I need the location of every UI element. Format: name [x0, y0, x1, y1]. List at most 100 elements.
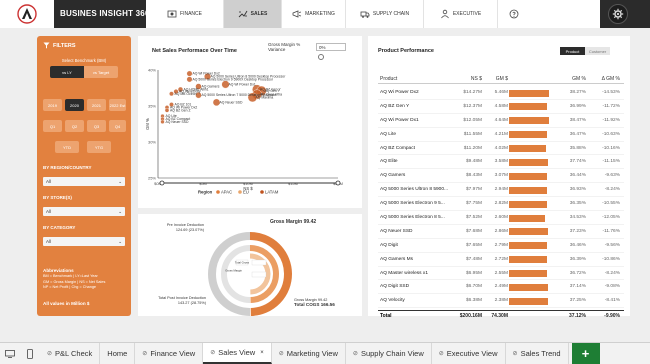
- category-dropdown[interactable]: All ⌄: [43, 237, 125, 246]
- year-2019[interactable]: 2019: [43, 99, 62, 111]
- quarter-q2[interactable]: Q2: [65, 120, 84, 132]
- region-dropdown[interactable]: All ⌄: [43, 177, 125, 186]
- quarter-q4[interactable]: Q4: [109, 120, 126, 132]
- table-row[interactable]: AQ 5000 Series Ultron 8 5900... $7.97M 2.9…: [378, 183, 624, 198]
- total-ns: $200.16M: [459, 313, 482, 319]
- table-row[interactable]: AQ Velocity $6.38M 2.38M 37.25% -8.41%: [378, 294, 624, 309]
- header-ns[interactable]: NS $: [442, 74, 482, 84]
- table-row[interactable]: AQ Gamers $8.43M 3.07M 36.44% -9.63%: [378, 169, 624, 184]
- close-icon[interactable]: ×: [260, 350, 264, 356]
- top-bar: BUSINES INSIGHT 360 FINANCE SALES MARKET…: [0, 0, 650, 28]
- tab-marketing-view[interactable]: ⊘ Marketing View: [272, 343, 346, 364]
- quarter-q1[interactable]: Q1: [43, 120, 62, 132]
- nav-finance[interactable]: FINANCE: [146, 0, 224, 28]
- x-tick-label: $15M: [288, 181, 298, 186]
- gross-margin-value: 4.02M: [494, 145, 508, 151]
- header-gm-pct[interactable]: GM %: [554, 74, 586, 84]
- tab-finance-view[interactable]: ⊘ Finance View: [135, 343, 204, 364]
- tab-sales-trend[interactable]: ⊘ Sales Trend: [506, 343, 569, 364]
- year-2021[interactable]: 2021: [87, 99, 106, 111]
- tab-supply-chain-view[interactable]: ⊘ Supply Chain View: [346, 343, 432, 364]
- nav-sales[interactable]: SALES: [224, 0, 282, 28]
- table-row[interactable]: AQ 5000 Series Electron 8 5... $7.52M 2.60…: [378, 211, 624, 225]
- add-page-button[interactable]: +: [571, 343, 600, 364]
- product-performance-title: Product Performance: [378, 48, 434, 54]
- tab-p-l-check[interactable]: ⊘ P&L Check: [40, 343, 101, 364]
- header-product[interactable]: Product: [380, 74, 397, 84]
- legend-marker: [238, 190, 242, 194]
- point-label: AQ Neuer SSD: [220, 100, 244, 104]
- table-row[interactable]: AQ BZ Gen Y $12.37M 4.58M 36.99% -11.72%: [378, 100, 624, 114]
- main-nav: FINANCE SALES MARKETING SUPPLY CHAIN EXE…: [146, 0, 600, 28]
- toggle-customer[interactable]: Customer: [585, 47, 610, 55]
- year-2020[interactable]: 2020: [65, 99, 84, 111]
- header-gm[interactable]: GM $: [486, 74, 508, 84]
- settings-button[interactable]: [608, 4, 628, 24]
- delta-gm-pct-value: -14.53%: [602, 90, 620, 95]
- header-delta-gm-pct[interactable]: Δ GM %: [590, 74, 620, 84]
- table-row[interactable]: AQ Gamers Ms $7.48M 2.72M 36.39% -10.86%: [378, 253, 624, 267]
- nav-help[interactable]: [498, 0, 530, 28]
- ytg-button[interactable]: YTG: [87, 141, 111, 153]
- gm-pct-bar: [509, 117, 549, 125]
- annotation-pre-invoice-value: 124.69 (23.07%): [176, 228, 205, 232]
- product-name: AQ Wi Power Dx2: [380, 90, 419, 95]
- table-row[interactable]: AQ Elite $9.48M 3.58M 37.74% -11.15%: [378, 155, 624, 170]
- benchmark-vs-target[interactable]: vs Target: [84, 66, 118, 78]
- net-sales-value: $7.48M: [466, 256, 482, 262]
- store-dropdown[interactable]: All ⌄: [43, 207, 125, 216]
- tab-sales-view[interactable]: ⊘ Sales View ×: [203, 343, 272, 364]
- gross-margin-value: 4.58M: [494, 103, 508, 109]
- point-label: AQ 5000 Series Electron 9 5900X Desktop …: [193, 77, 274, 81]
- mobile-view-button[interactable]: [20, 343, 40, 364]
- gm-pct-value: 36.47%: [569, 131, 586, 137]
- table-total-row: Total $200.16M 74.30M 37.12% -9.90%: [378, 310, 624, 320]
- nav-marketing[interactable]: MARKETING: [282, 0, 346, 28]
- toggle-product[interactable]: Product: [560, 47, 585, 55]
- tab-home[interactable]: Home: [100, 343, 136, 364]
- hidden-page-icon: ⊘: [210, 350, 216, 356]
- product-name: AQ Gamers Ms: [380, 256, 414, 262]
- gm-pct-value: 34.53%: [569, 215, 586, 221]
- finance-icon: [167, 10, 177, 18]
- donut-badge: [251, 271, 267, 278]
- nav-executive[interactable]: EXECUTIVE: [424, 0, 498, 28]
- gross-margin-donut: Gross Margin 99.42Pre Invoice Deduction1…: [158, 219, 335, 316]
- delta-gm-pct-value: -9.63%: [604, 173, 620, 179]
- scatter-point: [164, 108, 170, 113]
- category-value: All: [46, 239, 52, 244]
- table-row[interactable]: AQ Wi Power Dx1 $12.05M 4.64M 38.47% -11.92%: [378, 114, 624, 128]
- delta-gm-pct-value: -10.86%: [602, 256, 620, 262]
- units-note: All values in Million $: [43, 301, 90, 306]
- ytd-button[interactable]: YTD: [55, 141, 79, 153]
- table-row[interactable]: AQ Wi Power Dx2 $14.27M 5.46M 38.27% -14.53%: [378, 86, 624, 100]
- logo-icon: [17, 4, 37, 24]
- table-row[interactable]: AQ Digit $7.65M 2.79M 36.46% -9.56%: [378, 239, 624, 253]
- table-row[interactable]: AQ Digit SSD $6.70M 2.49M 37.14% -9.08%: [378, 280, 624, 295]
- tab-label: Executive View: [446, 349, 498, 358]
- desktop-view-button[interactable]: [0, 343, 20, 364]
- gm-pct-bar: [509, 186, 548, 194]
- delta-gm-pct-value: -8.24%: [604, 270, 620, 276]
- chevron-down-icon: ⌄: [118, 178, 122, 184]
- table-row[interactable]: AQ Master wireless x1 $6.95M 2.55M 36.72% -8…: [378, 267, 624, 281]
- gm-pct-bar: [509, 297, 548, 305]
- tab-label: Marketing View: [286, 349, 338, 358]
- table-row[interactable]: AQ BZ Compact $11.20M 4.02M 35.88% -10.16%: [378, 142, 624, 156]
- tab-executive-view[interactable]: ⊘ Executive View: [432, 343, 506, 364]
- nav-supply-chain[interactable]: SUPPLY CHAIN: [346, 0, 424, 28]
- tab-label: Finance View: [150, 349, 196, 358]
- gm-pct-bar: [509, 200, 547, 208]
- product-name: AQ BZ Compact: [380, 145, 415, 151]
- gross-margin-value: 2.79M: [494, 242, 508, 248]
- table-row[interactable]: AQ Neuer SSD $7.68M 2.86M 37.23% -11.76%: [378, 225, 624, 239]
- year-2022-est[interactable]: 2022 Est: [109, 99, 126, 111]
- hidden-page-icon: ⊘: [512, 351, 518, 357]
- benchmark-vs-ly[interactable]: vs LY: [50, 66, 84, 78]
- abbreviation-line: GM = Gross Margin | NS = Net Sales: [43, 279, 106, 284]
- gross-margin-value: 2.86M: [494, 228, 508, 234]
- quarter-q3[interactable]: Q3: [87, 120, 106, 132]
- table-row[interactable]: AQ 5000 Series Electron 9 5... $7.75M 2.82…: [378, 197, 624, 212]
- gm-pct-value: 36.99%: [569, 103, 586, 109]
- table-row[interactable]: AQ Lite $11.55M 4.21M 36.47% -10.63%: [378, 128, 624, 142]
